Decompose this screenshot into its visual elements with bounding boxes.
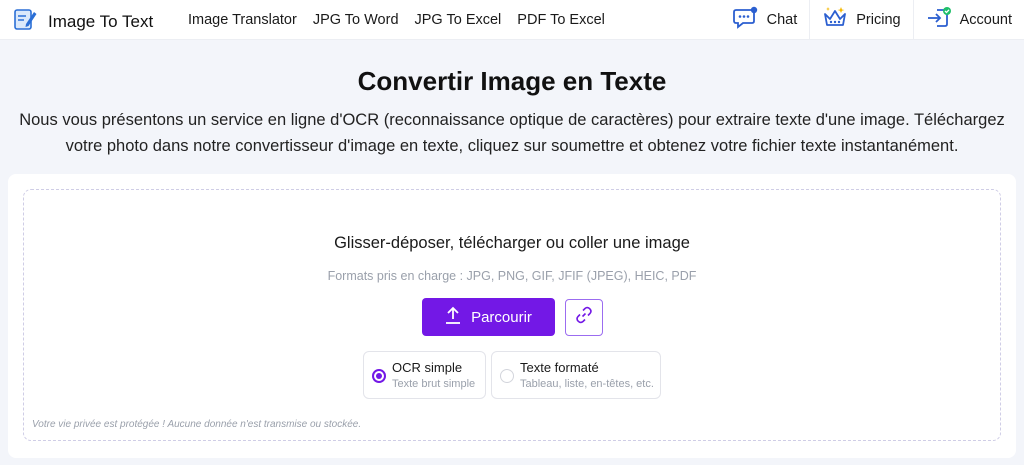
top-bar: Image To Text Image Translator JPG To Wo…	[0, 0, 1024, 40]
account-label: Account	[959, 12, 1012, 28]
option-title: OCR simple	[392, 360, 463, 375]
pricing-button[interactable]: Pricing	[809, 0, 912, 40]
option-formatted-text[interactable]: Texte formaté Tableau, liste, en-têtes, …	[491, 351, 661, 399]
upload-icon	[445, 306, 461, 328]
nav-jpg-to-word[interactable]: JPG To Word	[305, 12, 407, 28]
pricing-label: Pricing	[856, 12, 901, 28]
page-description: Nous vous présentons un service en ligne…	[19, 111, 1005, 155]
nav-image-translator[interactable]: Image Translator	[180, 12, 305, 28]
page-title: Convertir Image en Texte	[357, 66, 667, 96]
upload-card: Glisser-déposer, télécharger ou coller u…	[8, 174, 1016, 458]
right-nav: Chat Pricing Account	[721, 0, 1024, 40]
chat-icon	[732, 6, 759, 35]
option-ocr-simple[interactable]: OCR simple Texte brut simple	[363, 351, 486, 399]
nav-jpg-to-excel[interactable]: JPG To Excel	[407, 12, 510, 28]
logo-text: Image To Text	[48, 11, 154, 31]
login-icon	[926, 6, 952, 35]
option-subtitle: Texte brut simple	[392, 378, 476, 390]
browse-label: Parcourir	[471, 308, 532, 326]
supported-formats: Formats pris en charge : JPG, PNG, GIF, …	[327, 269, 697, 283]
main-nav: Image Translator JPG To Word JPG To Exce…	[180, 0, 613, 40]
dropzone-heading: Glisser-déposer, télécharger ou coller u…	[334, 234, 690, 252]
radio-ocr-simple[interactable]	[372, 369, 386, 383]
option-title: Texte formaté	[520, 360, 599, 375]
option-subtitle: Tableau, liste, en-têtes, etc.	[520, 378, 654, 390]
upload-dropzone[interactable]: Glisser-déposer, télécharger ou coller u…	[23, 189, 1001, 441]
logo[interactable]: Image To Text	[12, 6, 153, 37]
browse-button[interactable]: Parcourir	[422, 298, 555, 336]
chat-label: Chat	[766, 12, 798, 28]
nav-pdf-to-excel[interactable]: PDF To Excel	[509, 12, 613, 28]
privacy-note: Votre vie privée est protégée ! Aucune d…	[32, 419, 362, 430]
url-link-button[interactable]	[565, 299, 603, 336]
chat-button[interactable]: Chat	[721, 0, 810, 40]
radio-formatted-text[interactable]	[500, 369, 514, 383]
link-icon	[575, 306, 593, 329]
account-button[interactable]: Account	[912, 0, 1024, 40]
notepad-pencil-icon	[12, 6, 38, 37]
crown-icon	[822, 6, 848, 35]
